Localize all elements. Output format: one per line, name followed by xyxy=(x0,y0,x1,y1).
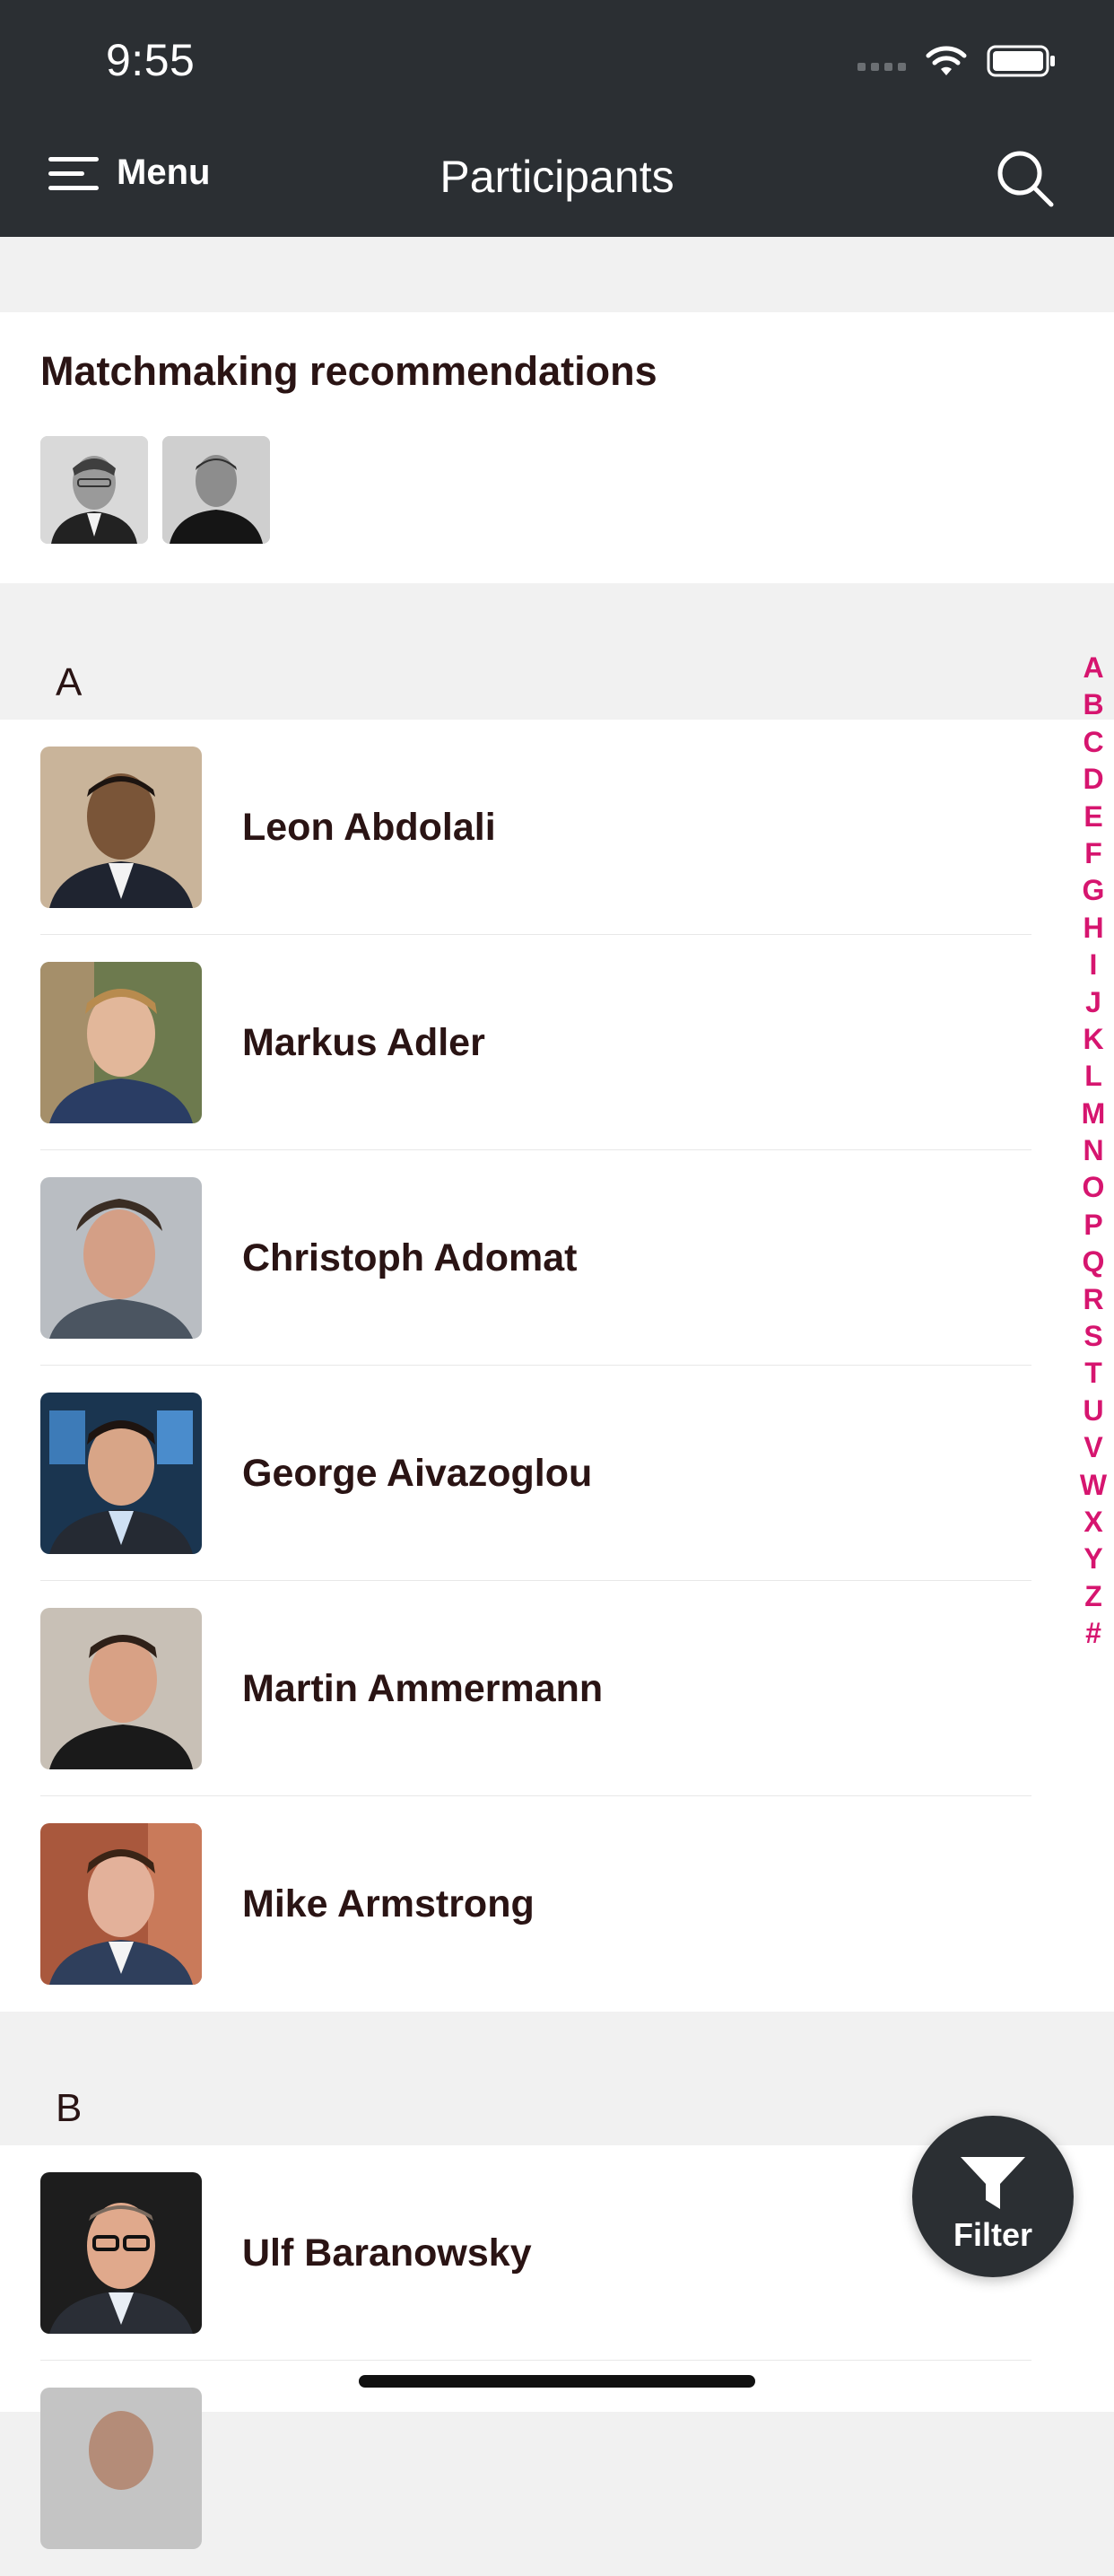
cellular-signal-icon xyxy=(857,63,906,71)
participant-name: Leon Abdolali xyxy=(242,806,496,849)
participant-avatar xyxy=(40,962,202,1123)
index-letter[interactable]: V xyxy=(1076,1429,1110,1466)
matchmaking-card: Matchmaking recommendations xyxy=(0,312,1114,583)
index-letter[interactable]: Y xyxy=(1076,1541,1110,1577)
index-letter[interactable]: S xyxy=(1076,1318,1110,1355)
alphabet-index[interactable]: A B C D E F G H I J K L M N O P Q R S T U V W X Y Z # xyxy=(1076,650,1110,1653)
index-letter[interactable]: D xyxy=(1076,761,1110,798)
participant-name: Mike Armstrong xyxy=(242,1882,535,1925)
index-letter[interactable]: C xyxy=(1076,724,1110,761)
app-header: 9:55 Menu Participants xyxy=(0,0,1114,237)
participant-avatar xyxy=(40,2388,202,2549)
page-title: Participants xyxy=(440,152,674,202)
participant-name: George Aivazoglou xyxy=(242,1452,593,1495)
recommended-person-avatar[interactable] xyxy=(40,436,148,544)
battery-icon xyxy=(987,45,1055,77)
list-item[interactable]: Markus Adler xyxy=(0,935,1114,1150)
index-letter[interactable]: A xyxy=(1076,650,1110,686)
participant-avatar xyxy=(40,1393,202,1554)
index-letter[interactable]: Z xyxy=(1076,1578,1110,1615)
matchmaking-avatars xyxy=(40,436,270,544)
index-letter[interactable]: E xyxy=(1076,799,1110,835)
index-letter[interactable]: B xyxy=(1076,686,1110,723)
participant-avatar xyxy=(40,1177,202,1339)
section-header-b: B xyxy=(56,2086,83,2130)
index-letter[interactable]: J xyxy=(1076,984,1110,1021)
index-letter[interactable]: H xyxy=(1076,910,1110,947)
index-letter[interactable]: Q xyxy=(1076,1244,1110,1280)
participant-list-a: Leon Abdolali Markus Adler Christoph Ado… xyxy=(0,720,1114,2012)
recommended-person-avatar[interactable] xyxy=(162,436,270,544)
participant-name: Martin Ammermann xyxy=(242,1667,604,1710)
participant-name: Ulf Baranowsky xyxy=(242,2231,532,2275)
list-item[interactable]: Martin Ammermann xyxy=(0,1581,1114,1796)
home-indicator[interactable] xyxy=(359,2375,755,2388)
index-letter[interactable]: F xyxy=(1076,835,1110,872)
index-letter[interactable]: # xyxy=(1076,1615,1110,1652)
index-letter[interactable]: U xyxy=(1076,1393,1110,1429)
index-letter[interactable]: P xyxy=(1076,1207,1110,1244)
participant-avatar xyxy=(40,1823,202,1985)
participant-avatar xyxy=(40,2172,202,2334)
participant-avatar xyxy=(40,747,202,908)
index-letter[interactable]: G xyxy=(1076,872,1110,909)
matchmaking-title: Matchmaking recommendations xyxy=(40,348,657,394)
participant-name: Christoph Adomat xyxy=(242,1236,578,1279)
filter-button[interactable]: Filter xyxy=(912,2116,1074,2277)
index-letter[interactable]: X xyxy=(1076,1504,1110,1541)
index-letter[interactable]: R xyxy=(1076,1281,1110,1318)
list-item[interactable]: Leon Abdolali xyxy=(0,720,1114,935)
search-icon[interactable] xyxy=(994,147,1057,210)
list-item[interactable] xyxy=(0,2361,1114,2576)
index-letter[interactable]: W xyxy=(1076,1467,1110,1504)
index-letter[interactable]: L xyxy=(1076,1058,1110,1095)
participant-name: Markus Adler xyxy=(242,1021,485,1064)
index-letter[interactable]: N xyxy=(1076,1132,1110,1169)
filter-icon xyxy=(961,2157,1025,2209)
list-item[interactable]: Christoph Adomat xyxy=(0,1150,1114,1366)
index-letter[interactable]: K xyxy=(1076,1021,1110,1058)
wifi-icon xyxy=(926,46,967,75)
filter-label: Filter xyxy=(953,2216,1032,2253)
index-letter[interactable]: O xyxy=(1076,1169,1110,1206)
list-item[interactable]: Mike Armstrong xyxy=(0,1796,1114,2012)
participant-avatar xyxy=(40,1608,202,1769)
list-item[interactable]: George Aivazoglou xyxy=(0,1366,1114,1581)
index-letter[interactable]: M xyxy=(1076,1096,1110,1132)
section-header-a: A xyxy=(56,660,83,704)
index-letter[interactable]: I xyxy=(1076,947,1110,983)
index-letter[interactable]: T xyxy=(1076,1355,1110,1392)
status-time: 9:55 xyxy=(106,35,196,85)
